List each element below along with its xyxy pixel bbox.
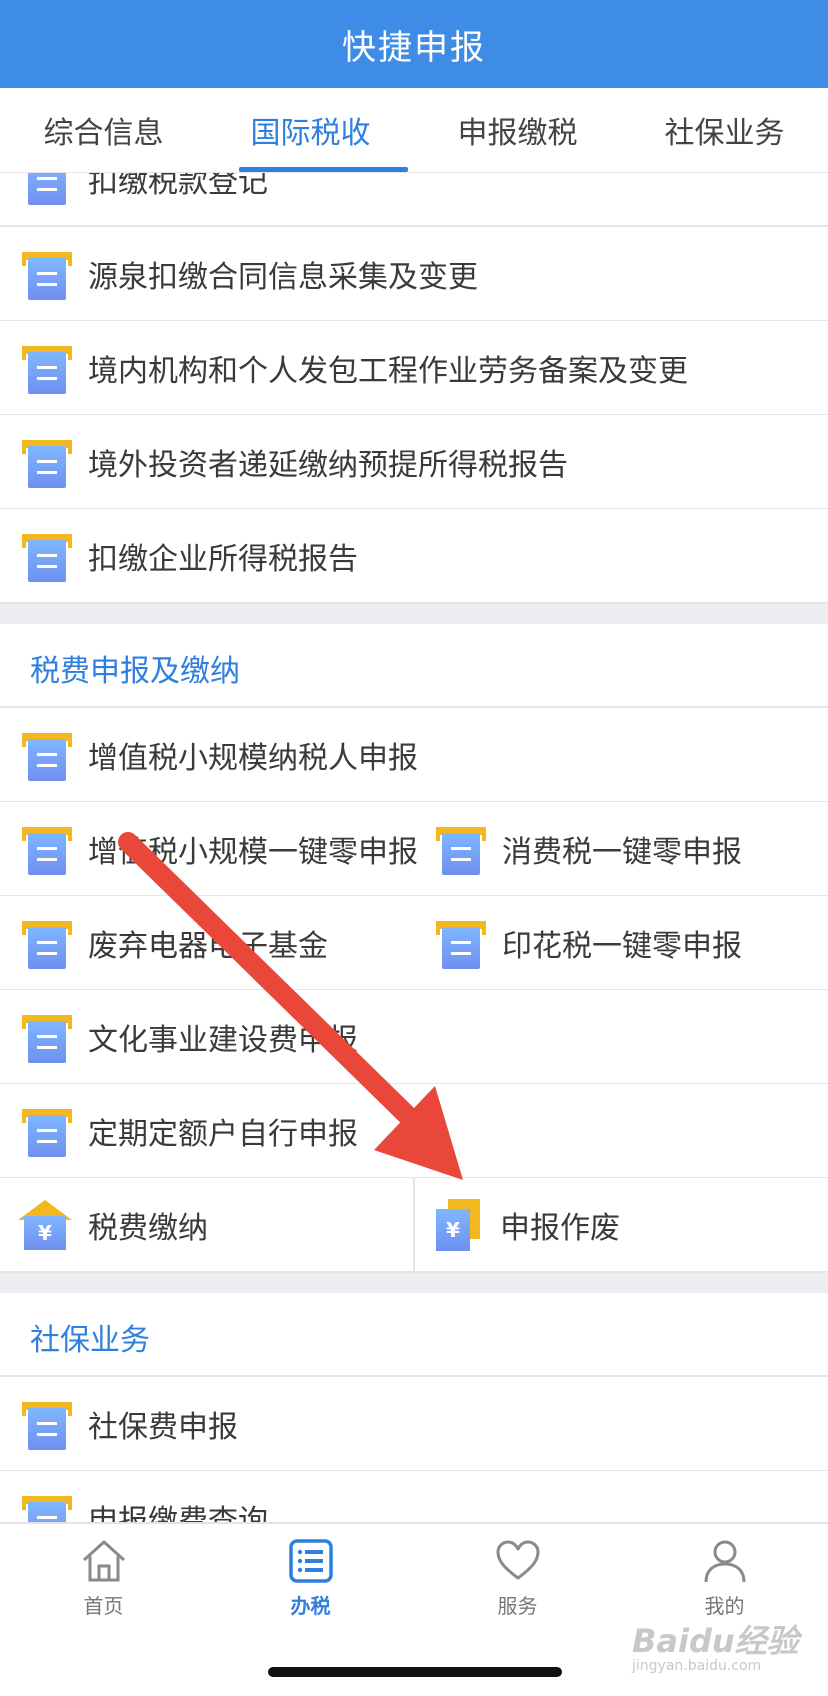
section-divider [0,604,828,624]
tab-general-info[interactable]: 综合信息 [0,88,207,172]
page-header: 快捷申报 [0,0,828,88]
document-icon [22,1398,72,1450]
nav-tax[interactable]: 办税 [207,1524,414,1634]
grid-item-waste-electronics-fund[interactable]: 废弃电器电子基金 [0,896,328,989]
list-item-withholding-registration[interactable]: 扣缴税款登记 [0,172,828,227]
document-icon [22,436,72,488]
grid-row: 废弃电器电子基金 印花税一键零申报 [0,896,828,991]
list-item-payment-query[interactable]: 申报缴费查询 [0,1471,828,1522]
list-item-vat-small-declaration[interactable]: 增值税小规模纳税人申报 [0,708,828,803]
list-item-withholding-income-tax-report[interactable]: 扣缴企业所得税报告 [0,509,828,604]
yen-document-icon: ¥ [436,1198,484,1251]
list-item-source-withholding-contract[interactable]: 源泉扣缴合同信息采集及变更 [0,227,828,322]
baidu-watermark: Baidu经验 jingyan.baidu.com [632,1622,799,1674]
document-icon [436,823,486,875]
list-item-social-security-declaration[interactable]: 社保费申报 [0,1377,828,1472]
document-icon [22,530,72,582]
document-icon [22,917,72,969]
grid-item-void-declaration[interactable]: ¥ 申报作废 [414,1178,620,1271]
list-item-fixed-quota-declaration[interactable]: 定期定额户自行申报 [0,1084,828,1179]
document-icon [22,1492,72,1522]
list-item-deferred-withholding-report[interactable]: 境外投资者递延缴纳预提所得税报告 [0,415,828,510]
nav-service[interactable]: 服务 [414,1524,621,1634]
document-icon [22,342,72,394]
grid-row: ¥ 税费缴纳 ¥ 申报作废 [0,1178,828,1273]
document-icon [22,729,72,781]
home-icon [82,1540,125,1582]
grid-item-consumption-zero-declaration[interactable]: 消费税一键零申报 [414,802,742,895]
tab-social-security[interactable]: 社保业务 [621,88,828,172]
document-icon [22,1105,72,1157]
section-header-social-security: 社保业务 [0,1293,828,1377]
document-icon [22,172,72,205]
grid-item-vat-zero-declaration[interactable]: 增值税小规模一键零申报 [0,802,418,895]
document-icon [22,1011,72,1063]
list-item-project-labor-filing[interactable]: 境内机构和个人发包工程作业劳务备案及变更 [0,321,828,416]
grid-row: 增值税小规模一键零申报 消费税一键零申报 [0,802,828,897]
tab-bar: 综合信息 国际税收 申报缴税 社保业务 [0,88,828,173]
section-divider [0,1273,828,1293]
section-header-tax-declaration: 税费申报及缴纳 [0,624,828,708]
scroll-content[interactable]: 扣缴税款登记 源泉扣缴合同信息采集及变更 境内机构和个人发包工程作业劳务备案及变… [0,172,828,1522]
home-indicator [268,1667,562,1677]
document-icon [436,917,486,969]
tab-declare-pay[interactable]: 申报缴税 [414,88,621,172]
list-item-culture-fee-declaration[interactable]: 文化事业建设费申报 [0,990,828,1085]
tax-list-icon [288,1539,333,1583]
page-title: 快捷申报 [342,27,486,68]
grid-item-tax-payment[interactable]: ¥ 税费缴纳 [0,1178,208,1271]
nav-home[interactable]: 首页 [0,1524,207,1634]
grid-item-stamp-zero-declaration[interactable]: 印花税一键零申报 [414,896,742,989]
document-icon [22,248,72,300]
tab-international-tax[interactable]: 国际税收 [207,88,414,172]
user-icon [704,1540,745,1583]
heart-icon [496,1540,539,1580]
yen-house-icon: ¥ [18,1199,72,1250]
document-icon [22,823,72,875]
